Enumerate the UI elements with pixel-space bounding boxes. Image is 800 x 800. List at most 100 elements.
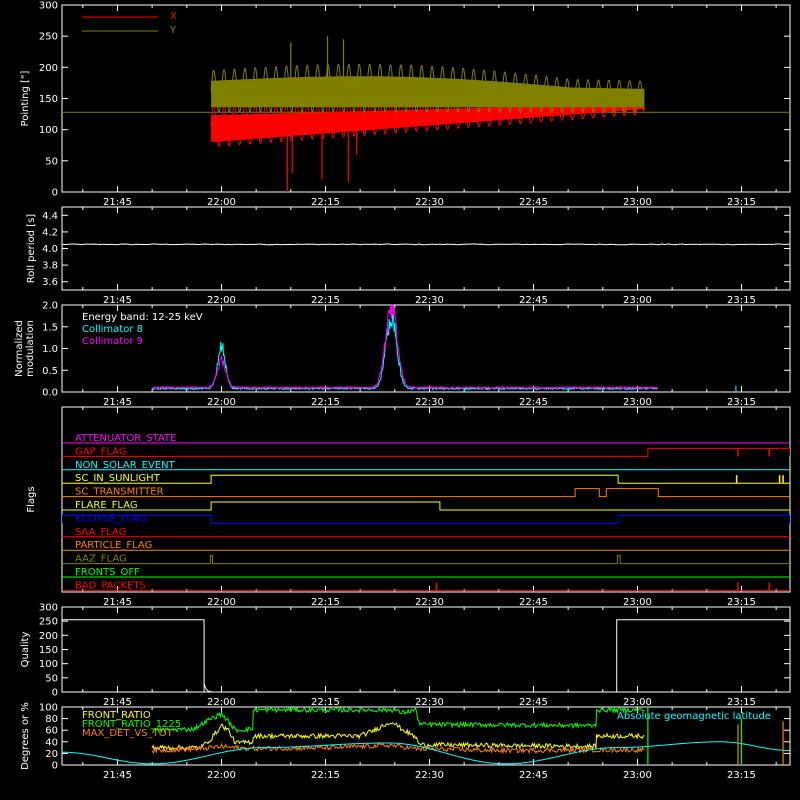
quality-series: [62, 619, 790, 692]
modulation-ytick-label: 0.0: [42, 388, 58, 399]
pointing-xtick-label: 23:00: [623, 197, 652, 208]
flags-xtick-label: 23:15: [727, 597, 756, 608]
flags-xtick-label: 22:00: [207, 597, 236, 608]
flags-xtick-label: 22:30: [415, 597, 444, 608]
flags-xtick-label: 21:45: [103, 597, 132, 608]
pointing-xtick-label: 23:15: [727, 197, 756, 208]
ratio-legend-2: MAX_DET_VS_TOT: [82, 728, 174, 739]
pointing-xtick-label: 22:15: [311, 197, 340, 208]
flag-label-flare-flag: FLARE_FLAG: [75, 500, 138, 511]
roll-xtick-label: 22:00: [207, 295, 236, 306]
modulation-xtick-label: 23:00: [623, 397, 652, 408]
modulation-legend-2: Collimator 9: [82, 336, 143, 347]
quality-ytick-label: 100: [39, 659, 58, 670]
modulation-ytick-label: 2.0: [42, 301, 58, 312]
ratios-ytick-label: 80: [45, 714, 58, 725]
pointing-ytick-label: 250: [39, 32, 58, 43]
quality-ytick-label: 50: [45, 673, 58, 684]
pointing-panel: 21:45 22:00 22:15 22:30 22:45 23:00 23:15 0 50 10…: [20, 1, 791, 208]
flag-label-sc-in-sunlight: SC_IN_SUNLIGHT: [75, 473, 161, 484]
modulation-xtick-label: 22:30: [415, 397, 444, 408]
modulation-data: [151, 305, 737, 392]
roll-ytick-label: 3.8: [42, 261, 58, 272]
flag-label-bad-packets: BAD_PACKETS: [75, 580, 146, 591]
ratios-xtick-label: 21:45: [103, 770, 132, 781]
ratios-xtick-label: 22:15: [311, 770, 340, 781]
ratios-panel: 21:45 22:00 22:15 22:30 22:45 23:00 23:15 02040…: [20, 702, 791, 781]
quality-xtick-label: 22:00: [207, 697, 236, 708]
flag-line-eclipse-flag: [62, 514, 790, 524]
roll-frame: [61, 206, 791, 291]
quality-ytick-label: 150: [39, 645, 58, 656]
quality-ytick-label: 200: [39, 631, 58, 642]
quality-ytick-label: 250: [39, 617, 58, 628]
roll-xtick-label: 22:30: [415, 295, 444, 306]
ratios-ytick-label: 20: [45, 749, 58, 760]
pointing-xtick-label: 22:00: [207, 197, 236, 208]
roll-xtick-label: 22:45: [519, 295, 548, 306]
flags-panel: 21:45 22:00 22:15 22:30 22:45 23:00 23:15 Flags…: [26, 406, 791, 608]
quality-ytick-label: 300: [39, 603, 58, 614]
modulation-legend-0: Energy band: 12-25 keV: [82, 312, 203, 323]
flag-line-sc-in-sunlight: [62, 474, 790, 484]
modulation-xtick-label: 22:15: [311, 397, 340, 408]
pointing-ylabel: Pointing ["]: [20, 70, 31, 126]
pointing-ytick-label: 50: [45, 156, 58, 167]
modulation-xtick-label: 21:45: [103, 397, 132, 408]
flag-label-sc-transmitter: SC_TRANSMITTER: [75, 487, 164, 498]
pointing-xtick-label: 22:30: [415, 197, 444, 208]
quality-xtick-label: 22:30: [415, 697, 444, 708]
roll-ytick-label: 4.2: [42, 227, 58, 238]
pointing-ytick-label: 300: [39, 1, 58, 12]
roll-xtick-label: 21:45: [103, 295, 132, 306]
flags-xtick-label: 22:15: [311, 597, 340, 608]
pointing-ytick-label: 200: [39, 63, 58, 74]
ratios-ytick-label: 100: [39, 703, 58, 714]
roll-ytick-label: 4.4: [42, 211, 58, 222]
modulation-xtick-label: 22:00: [207, 397, 236, 408]
flag-label-fronts-off: FRONTS_OFF: [75, 567, 140, 578]
roll-xtick-label: 22:15: [311, 295, 340, 306]
geomagnetic-latitude-label: Absolute geomagnetic latitude: [617, 711, 771, 722]
legend-label-x: X: [170, 11, 177, 22]
pointing-data: [62, 36, 790, 192]
quality-ylabel: Quality: [20, 632, 31, 668]
ratios-xtick-label: 23:00: [623, 770, 652, 781]
quality-xtick-label: 21:45: [103, 697, 132, 708]
modulation-ytick-label: 0.5: [42, 366, 58, 377]
ratios-xtick-label: 22:30: [415, 770, 444, 781]
flags-xtick-label: 22:45: [519, 597, 548, 608]
flag-line-flare-flag: [62, 501, 790, 511]
ratios-xtick-label: 23:15: [727, 770, 756, 781]
modulation-legend-1: Collimator 8: [82, 324, 143, 335]
pointing-ytick-label: 0: [52, 188, 58, 199]
ratios-xtick-label: 22:00: [207, 770, 236, 781]
pointing-ytick-label: 150: [39, 94, 58, 105]
flag-line-sc-transmitter: [62, 488, 790, 498]
flag-line-aaz-flag: [62, 555, 790, 565]
ratio-series-absolute-geomagnetic-latitude: [62, 741, 790, 765]
ratios-ylabel: Degrees or %: [20, 702, 31, 770]
quality-ytick-label: 0: [52, 688, 58, 699]
modulation-ytick-label: 1.0: [42, 344, 58, 355]
roll-xtick-label: 23:15: [727, 295, 756, 306]
quality-xtick-label: 23:15: [727, 697, 756, 708]
flag-label-non-solar-event: NON_SOLAR_EVENT: [75, 460, 176, 471]
roll-period-series: [62, 243, 790, 246]
flag-label-saa-flag: SAA_FLAG: [75, 527, 126, 538]
legend-label-y: Y: [169, 25, 177, 36]
flag-line-gap-flag: [62, 447, 790, 457]
modulation-xtick-label: 23:15: [727, 397, 756, 408]
quality-xtick-label: 23:00: [623, 697, 652, 708]
roll-ytick-label: 3.6: [42, 277, 58, 288]
rhessi-quicklook-chart: 21:45 22:00 22:15 22:30 22:45 23:00 23:15 0 50 10…: [0, 0, 800, 800]
pointing-xtick-label: 21:45: [103, 197, 132, 208]
modulation-ylabel: modulation: [25, 320, 36, 377]
quality-xtick-label: 22:45: [519, 697, 548, 708]
quality-xtick-label: 22:15: [311, 697, 340, 708]
roll-ytick-label: 4.0: [42, 244, 58, 255]
flags-ylabel: Flags: [26, 486, 37, 512]
modulation-panel: 21:45 22:00 22:15 22:30 22:45 23:00 23:15 0.0 0.…: [14, 301, 791, 408]
ratios-xtick-label: 22:45: [519, 770, 548, 781]
ratios-ytick-label: 60: [45, 726, 58, 737]
